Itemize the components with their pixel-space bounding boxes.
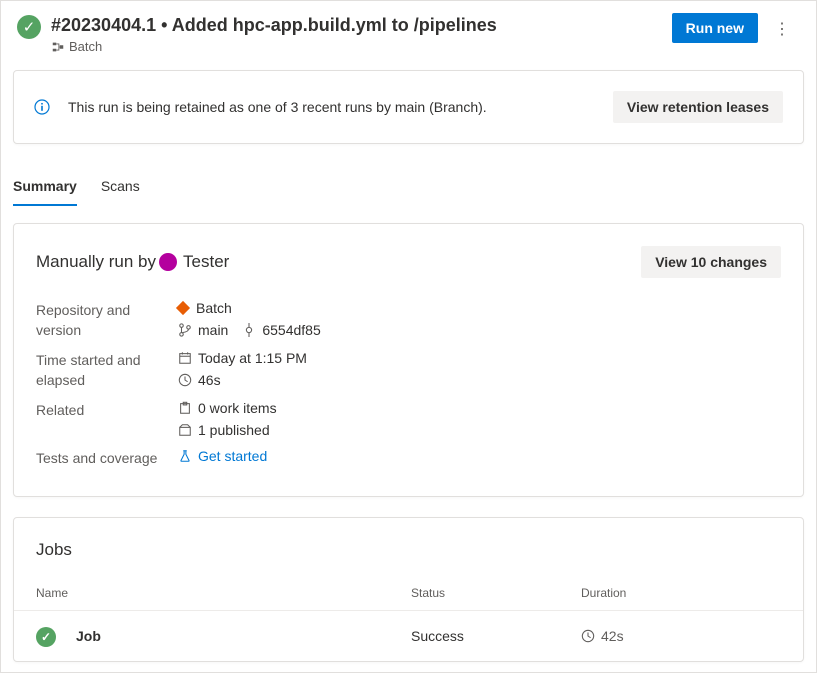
related-label: Related xyxy=(36,400,170,438)
status-success-icon: ✓ xyxy=(17,15,41,39)
commit-link[interactable]: 6554df85 xyxy=(262,322,320,338)
col-status: Status xyxy=(411,586,581,600)
info-icon xyxy=(34,99,50,115)
repo-name: Batch xyxy=(196,300,232,316)
repo-link[interactable]: Batch xyxy=(178,300,781,316)
col-name: Name xyxy=(36,586,411,600)
page-title: #20230404.1 • Added hpc-app.build.yml to… xyxy=(51,13,660,37)
view-retention-button[interactable]: View retention leases xyxy=(613,91,783,123)
job-status-success-icon: ✓ xyxy=(36,627,56,647)
clock-icon xyxy=(581,629,595,643)
published-link[interactable]: 1 published xyxy=(198,422,270,438)
repo-version-label: Repository and version xyxy=(36,300,170,340)
flask-icon xyxy=(178,449,192,463)
pipeline-name: Batch xyxy=(69,39,102,54)
calendar-icon xyxy=(178,351,192,365)
branch-icon xyxy=(178,323,192,337)
work-items-text: 0 work items xyxy=(198,400,277,416)
commit-icon xyxy=(242,323,256,337)
time-elapsed: 46s xyxy=(198,372,221,388)
clock-icon xyxy=(178,373,192,387)
avatar xyxy=(159,253,177,271)
job-status: Success xyxy=(411,628,581,644)
col-duration: Duration xyxy=(581,586,781,600)
retention-message: This run is being retained as one of 3 r… xyxy=(68,99,613,115)
branch-link[interactable]: main xyxy=(198,322,228,338)
time-started: Today at 1:15 PM xyxy=(198,350,307,366)
run-info-title: Manually run by Tester xyxy=(36,252,641,272)
get-started-link[interactable]: Get started xyxy=(198,448,267,464)
tab-scans[interactable]: Scans xyxy=(101,172,140,206)
job-duration: 42s xyxy=(601,628,624,644)
time-label: Time started and elapsed xyxy=(36,350,170,390)
checkmark-icon: ✓ xyxy=(41,630,51,644)
run-by-user: Tester xyxy=(183,252,229,272)
work-items-icon xyxy=(178,401,192,415)
pipeline-icon xyxy=(51,40,65,54)
artifact-icon xyxy=(178,423,192,437)
jobs-card: Jobs Name Status Duration ✓ Job Success … xyxy=(13,517,804,662)
repo-icon xyxy=(176,301,190,315)
tests-label: Tests and coverage xyxy=(36,448,170,468)
kebab-icon: ⋮ xyxy=(774,21,790,38)
run-new-button[interactable]: Run new xyxy=(672,13,758,43)
retention-banner: This run is being retained as one of 3 r… xyxy=(13,70,804,144)
job-row[interactable]: ✓ Job Success 42s xyxy=(14,611,803,661)
pipeline-breadcrumb[interactable]: Batch xyxy=(51,39,660,54)
job-name: Job xyxy=(76,628,101,644)
jobs-table-header: Name Status Duration xyxy=(14,576,803,611)
jobs-heading: Jobs xyxy=(14,518,803,576)
tabs: Summary Scans xyxy=(13,172,804,207)
checkmark-icon: ✓ xyxy=(23,18,36,36)
view-changes-button[interactable]: View 10 changes xyxy=(641,246,781,278)
run-info-card: Manually run by Tester View 10 changes R… xyxy=(13,223,804,497)
more-actions-button[interactable]: ⋮ xyxy=(764,13,800,45)
tab-summary[interactable]: Summary xyxy=(13,172,77,206)
run-by-prefix: Manually run by xyxy=(36,252,156,272)
